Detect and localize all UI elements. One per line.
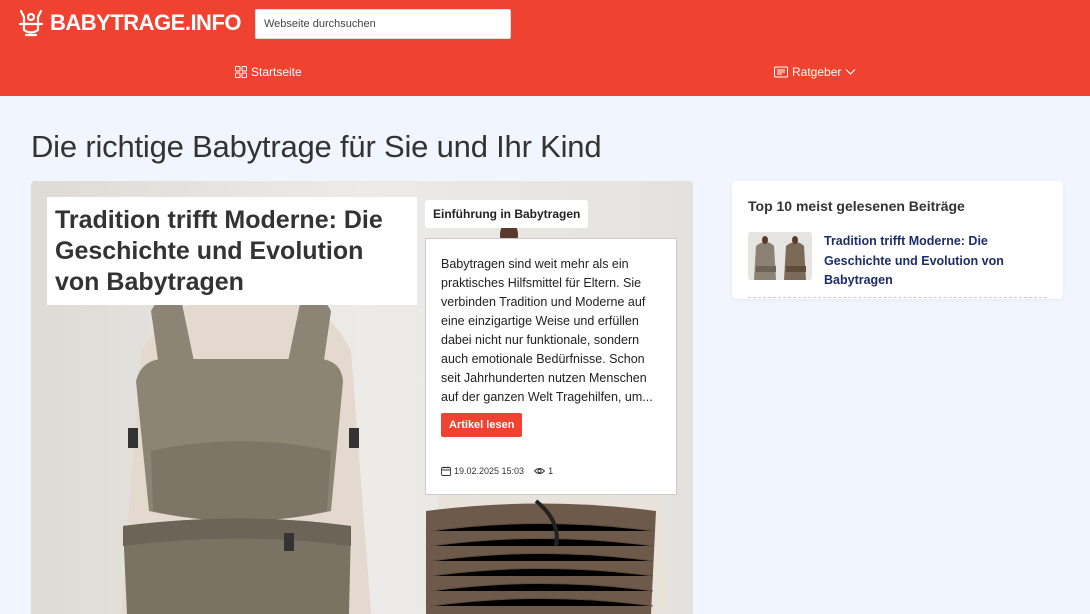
eye-icon xyxy=(534,468,546,474)
header-bar: BABYTRAGE.INFO xyxy=(0,0,1090,48)
sidebar-top10: Top 10 meist gelesenen Beiträge Traditio… xyxy=(732,181,1063,299)
read-article-button[interactable]: Artikel lesen xyxy=(441,413,523,437)
sidebar-article-item[interactable]: Tradition trifft Moderne: Die Geschichte… xyxy=(748,232,1047,298)
article-views: 1 xyxy=(548,466,554,476)
featured-article-card[interactable]: Tradition trifft Moderne: Die Geschichte… xyxy=(31,181,693,614)
search-input[interactable] xyxy=(255,9,511,39)
nav-item-ratgeber[interactable]: Ratgeber xyxy=(774,48,856,96)
grid-icon xyxy=(235,66,247,78)
category-badge[interactable]: Einführung in Babytragen xyxy=(425,200,589,228)
main-nav: Startseite Ratgeber xyxy=(0,48,1090,96)
logo-text: BABYTRAGE.INFO xyxy=(50,10,242,35)
article-thumbnail[interactable] xyxy=(748,232,812,280)
featured-excerpt: Babytragen sind weit mehr als ein prakti… xyxy=(441,257,653,404)
featured-excerpt-box: Babytragen sind weit mehr als ein prakti… xyxy=(425,238,677,495)
nav-label-ratgeber: Ratgeber xyxy=(792,65,842,79)
page-title: Die richtige Babytrage für Sie und Ihr K… xyxy=(31,129,602,164)
article-date: 19.02.2025 15:03 xyxy=(454,466,525,476)
sidebar-article-link[interactable]: Tradition trifft Moderne: Die Geschichte… xyxy=(824,232,1039,291)
nav-label-startseite: Startseite xyxy=(251,65,302,79)
carrier-thumbnail-image xyxy=(748,232,812,280)
featured-title-box: Tradition trifft Moderne: Die Geschichte… xyxy=(47,197,417,305)
baby-carrier-logo-icon xyxy=(18,9,44,37)
list-icon xyxy=(774,66,788,78)
nav-item-startseite[interactable]: Startseite xyxy=(235,48,302,96)
article-meta: 19.02.2025 15:03 1 xyxy=(441,466,553,476)
sidebar-title: Top 10 meist gelesenen Beiträge xyxy=(748,198,965,214)
featured-title[interactable]: Tradition trifft Moderne: Die Geschichte… xyxy=(55,205,409,298)
calendar-icon xyxy=(441,466,451,476)
site-logo[interactable]: BABYTRAGE.INFO xyxy=(18,8,242,38)
chevron-down-icon xyxy=(845,69,856,75)
